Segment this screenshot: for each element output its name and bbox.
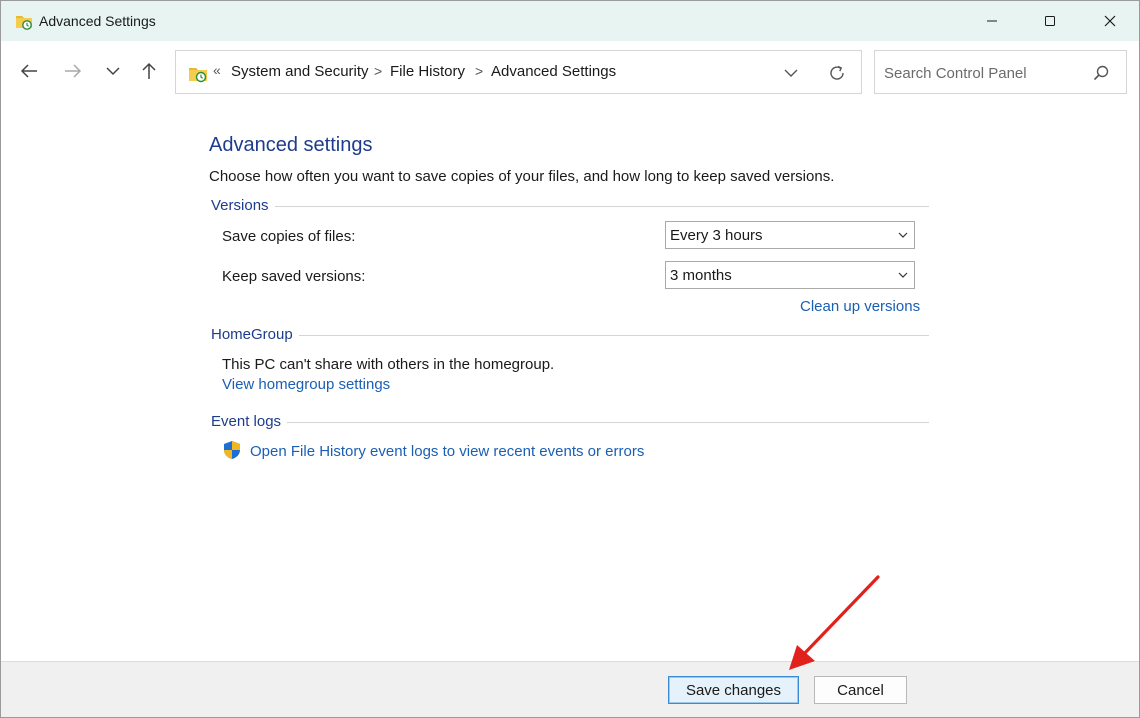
chevron-down-icon bbox=[898, 272, 908, 278]
recent-locations-button[interactable] bbox=[97, 57, 129, 85]
save-copies-label: Save copies of files: bbox=[222, 228, 356, 245]
save-copies-select[interactable]: Every 3 hours bbox=[665, 221, 915, 249]
homegroup-divider bbox=[211, 335, 929, 336]
search-icon[interactable] bbox=[1091, 63, 1111, 83]
maximize-button[interactable] bbox=[1021, 1, 1079, 41]
up-button[interactable] bbox=[133, 57, 165, 85]
maximize-icon bbox=[1045, 16, 1055, 26]
versions-header: Versions bbox=[211, 197, 275, 214]
search-box[interactable] bbox=[874, 50, 1127, 94]
keep-versions-value: 3 months bbox=[670, 267, 732, 284]
search-input[interactable] bbox=[884, 63, 1084, 83]
page-description: Choose how often you want to save copies… bbox=[209, 168, 835, 185]
page-title: Advanced settings bbox=[209, 134, 373, 156]
title-bar: Advanced Settings bbox=[1, 1, 1139, 41]
save-changes-button[interactable]: Save changes bbox=[668, 676, 799, 704]
chevron-down-icon bbox=[784, 69, 798, 77]
forward-button[interactable] bbox=[57, 57, 89, 85]
breadcrumb-system-and-security[interactable]: System and Security bbox=[231, 63, 369, 80]
view-homegroup-settings-link[interactable]: View homegroup settings bbox=[222, 376, 390, 393]
clean-up-versions-link[interactable]: Clean up versions bbox=[800, 298, 920, 315]
window-title: Advanced Settings bbox=[39, 13, 156, 29]
breadcrumb-separator[interactable]: > bbox=[475, 63, 483, 79]
close-button[interactable] bbox=[1081, 1, 1139, 41]
minimize-icon bbox=[987, 20, 997, 22]
refresh-icon bbox=[830, 65, 844, 80]
homegroup-status: This PC can't share with others in the h… bbox=[222, 356, 555, 373]
breadcrumb-overflow[interactable]: « bbox=[213, 62, 221, 78]
forward-arrow-icon bbox=[65, 64, 82, 78]
close-icon bbox=[1104, 15, 1116, 27]
minimize-button[interactable] bbox=[963, 1, 1021, 41]
breadcrumb-advanced-settings[interactable]: Advanced Settings bbox=[491, 63, 616, 80]
address-dropdown-button[interactable] bbox=[778, 61, 804, 85]
homegroup-header: HomeGroup bbox=[211, 326, 299, 343]
chevron-down-icon bbox=[898, 232, 908, 238]
keep-versions-label: Keep saved versions: bbox=[222, 268, 366, 285]
versions-divider bbox=[211, 206, 929, 207]
breadcrumb-file-history[interactable]: File History bbox=[390, 63, 465, 80]
event-logs-divider bbox=[211, 422, 929, 423]
open-event-logs-link[interactable]: Open File History event logs to view rec… bbox=[250, 443, 644, 460]
refresh-button[interactable] bbox=[824, 61, 850, 85]
main-content: Advanced settings Choose how often you w… bbox=[1, 103, 1139, 661]
keep-versions-select[interactable]: 3 months bbox=[665, 261, 915, 289]
file-history-icon bbox=[16, 16, 32, 30]
address-bar[interactable]: « System and Security > File History > A… bbox=[175, 50, 862, 94]
up-arrow-icon bbox=[142, 62, 156, 79]
control-panel-window: Advanced Settings « System and Security … bbox=[0, 0, 1140, 718]
cancel-button[interactable]: Cancel bbox=[814, 676, 907, 704]
navigation-bar: « System and Security > File History > A… bbox=[1, 41, 1139, 103]
event-logs-header: Event logs bbox=[211, 413, 288, 430]
footer-bar: Save changes Cancel bbox=[1, 661, 1139, 717]
save-copies-value: Every 3 hours bbox=[670, 227, 763, 244]
back-arrow-icon bbox=[20, 64, 37, 78]
back-button[interactable] bbox=[13, 57, 45, 85]
recent-locations-icon bbox=[106, 67, 120, 76]
file-history-icon bbox=[189, 68, 207, 83]
breadcrumb-separator[interactable]: > bbox=[374, 63, 382, 79]
shield-icon bbox=[224, 441, 240, 459]
